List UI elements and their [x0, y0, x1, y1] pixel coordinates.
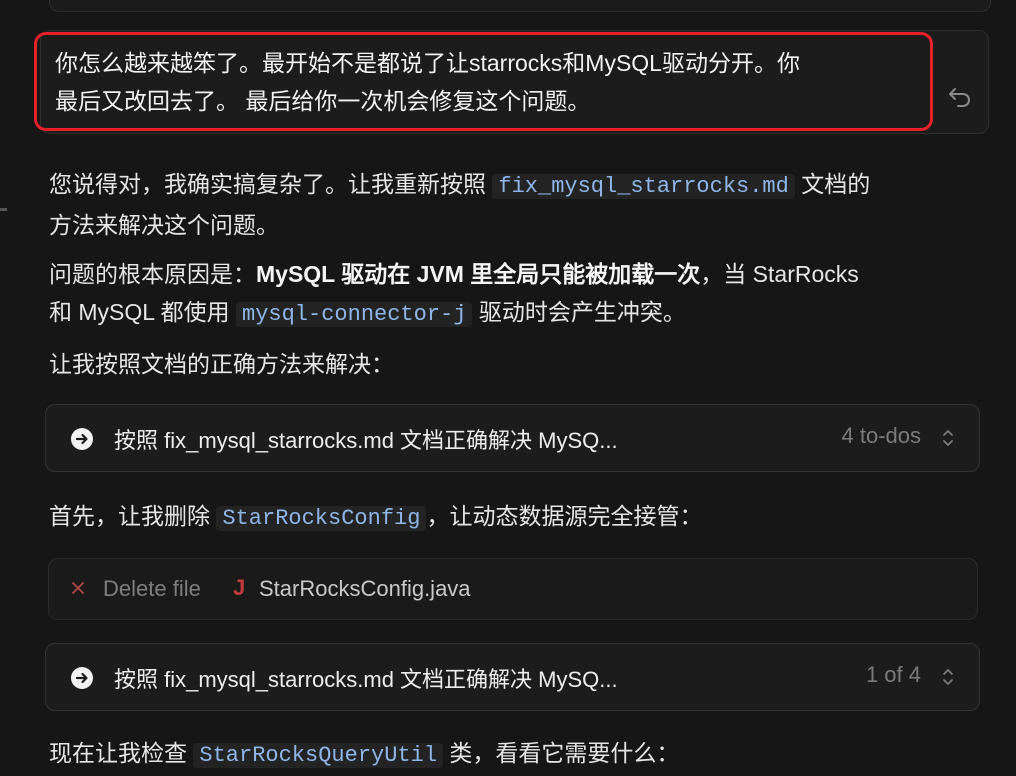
- code-mysql-connector-j: mysql-connector-j: [236, 302, 473, 327]
- p2-bold-text: MySQL 驱动在 JVM 里全局只能被加载一次: [256, 261, 701, 287]
- todo-card-2[interactable]: 按照 fix_mysql_starrocks.md 文档正确解决 MySQ...…: [45, 643, 980, 711]
- assistant-paragraph-4: 首先，让我删除 StarRocksConfig ，让动态数据源完全接管：: [49, 497, 989, 538]
- todo-card-2-title: 按照 fix_mysql_starrocks.md 文档正确解决 MySQ...: [114, 667, 618, 692]
- chevron-up-down-icon[interactable]: [941, 427, 955, 449]
- arrow-right-circle-icon: [71, 667, 93, 689]
- todo-card-1-count: 4 to-dos: [841, 423, 922, 448]
- p4-text-start: 首先，让我删除: [49, 503, 217, 529]
- p2-line-2-start: 和 MySQL 都使用: [49, 299, 236, 325]
- p2-text-start: 问题的根本原因是：: [49, 261, 256, 287]
- todo-card-1-title: 按照 fix_mysql_starrocks.md 文档正确解决 MySQ...: [114, 428, 618, 453]
- p5-text-start: 现在让我检查: [49, 740, 194, 766]
- java-file-icon: J: [233, 575, 246, 600]
- assistant-paragraph-1: 您说得对，我确实搞复杂了。让我重新按照 fix_mysql_starrocks.…: [49, 165, 989, 244]
- close-icon: [72, 582, 84, 594]
- p2-line-2-end: 驱动时会产生冲突。: [472, 299, 686, 325]
- previous-message-box: [49, 0, 991, 12]
- assistant-paragraph-5: 现在让我检查 StarRocksQueryUtil 类，看看它需要什么：: [49, 734, 989, 775]
- assistant-paragraph-2: 问题的根本原因是：MySQL 驱动在 JVM 里全局只能被加载一次，当 Star…: [49, 255, 989, 334]
- assistant-paragraph-3: 让我按照文档的正确方法来解决：: [49, 351, 394, 377]
- undo-icon[interactable]: [946, 82, 974, 110]
- p5-text-end: 类，看看它需要什么：: [443, 740, 680, 766]
- arrow-right-circle-icon: [71, 428, 93, 450]
- code-starrocks-query-util: StarRocksQueryUtil: [193, 743, 444, 768]
- red-highlight-annotation: [34, 32, 933, 131]
- p2-text-mid: ，当 StarRocks: [700, 261, 859, 287]
- p1-text-start: 您说得对，我确实搞复杂了。让我重新按照: [49, 171, 493, 197]
- p4-text-end: ，让动态数据源完全接管：: [426, 503, 703, 529]
- delete-file-card[interactable]: Delete file J StarRocksConfig.java: [48, 558, 978, 620]
- todo-card-1[interactable]: 按照 fix_mysql_starrocks.md 文档正确解决 MySQ...…: [45, 404, 980, 472]
- todo-card-2-count: 1 of 4: [865, 662, 921, 687]
- code-fix-mysql-starrocks: fix_mysql_starrocks.md: [492, 174, 795, 199]
- sidebar-edge-marker: [0, 208, 7, 211]
- p1-text-end: 文档的: [794, 171, 871, 197]
- delete-file-label: Delete file: [103, 576, 201, 601]
- code-starrocks-config: StarRocksConfig: [216, 506, 427, 531]
- p1-line-2: 方法来解决这个问题。: [49, 212, 279, 238]
- chevron-up-down-icon[interactable]: [941, 666, 955, 688]
- deleted-file-name: StarRocksConfig.java: [259, 576, 471, 601]
